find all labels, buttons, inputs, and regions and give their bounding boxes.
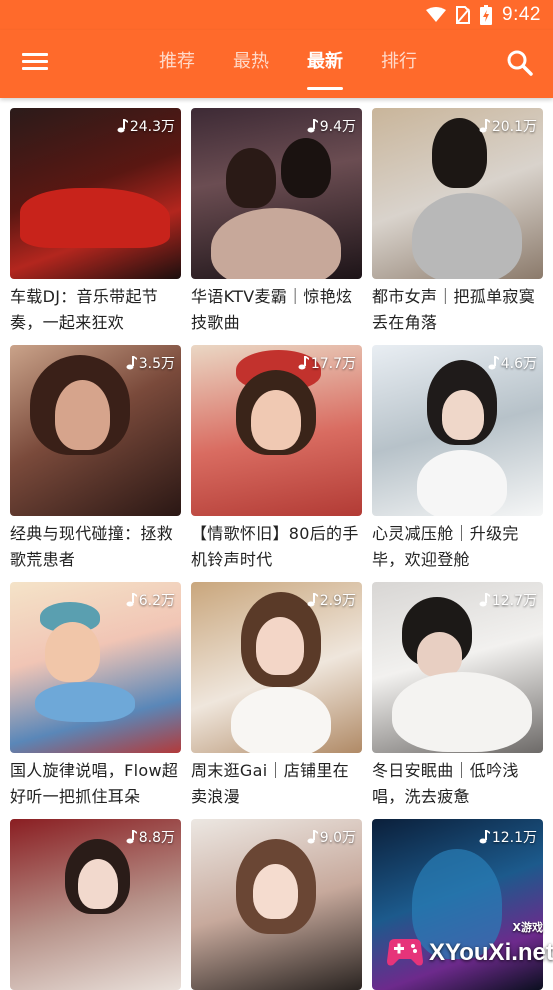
menu-button[interactable] (22, 50, 48, 76)
play-count: 24.3万 (116, 116, 175, 136)
playlist-cover: 9.4万 (191, 108, 362, 279)
menu-icon-bar (22, 60, 48, 63)
play-count-value: 12.7万 (491, 593, 537, 609)
playlist-card[interactable]: 3.5万 经典与现代碰撞：拯救歌荒患者 (10, 345, 181, 573)
playlist-cover: 12.7万 (372, 582, 543, 753)
play-count: 3.5万 (125, 353, 175, 373)
playlist-title: 经典与现代碰撞：拯救歌荒患者 (10, 524, 174, 569)
music-note-icon (307, 830, 318, 844)
playlist-card[interactable]: 9.0万 (191, 819, 362, 990)
playlist-cover: 9.0万 (191, 819, 362, 990)
playlist-card[interactable]: 8.8万 (10, 819, 181, 990)
play-count: 12.1万 (478, 827, 537, 847)
watermark: XYouXi.net X游戏 (385, 921, 553, 971)
playlist-cover: 6.2万 (10, 582, 181, 753)
playlist-title: 周末逛Gai｜店铺里在卖浪漫 (191, 761, 349, 806)
play-count: 2.9万 (306, 590, 356, 610)
playlist-title: 冬日安眠曲｜低吟浅唱，洗去疲惫 (372, 761, 519, 806)
music-note-icon (126, 830, 137, 844)
battery-icon (480, 5, 493, 25)
tab-newest[interactable]: 最新 (288, 30, 362, 98)
playlist-title: 华语KTV麦霸｜惊艳炫技歌曲 (191, 287, 353, 332)
playlist-card[interactable]: 20.1万 都市女声｜把孤单寂寞丢在角落 (372, 108, 543, 336)
play-count-value: 12.1万 (491, 830, 537, 846)
tab-ranking[interactable]: 排行 (362, 30, 436, 98)
play-count: 6.2万 (125, 590, 175, 610)
music-note-icon (479, 593, 490, 607)
playlist-cover: 17.7万 (191, 345, 362, 516)
playlist-title: 车载DJ：音乐带起节奏，一起来狂欢 (10, 287, 159, 332)
play-count: 17.7万 (297, 353, 356, 373)
play-count: 8.8万 (125, 827, 175, 847)
playlist-card[interactable]: 6.2万 国人旋律说唱，Flow超好听一把抓住耳朵 (10, 582, 181, 810)
play-count: 4.6万 (487, 353, 537, 373)
playlist-card[interactable]: 4.6万 心灵减压舱｜升级完毕，欢迎登舱 (372, 345, 543, 573)
playlist-card[interactable]: 12.7万 冬日安眠曲｜低吟浅唱，洗去疲惫 (372, 582, 543, 810)
music-note-icon (298, 356, 309, 370)
search-icon (507, 50, 533, 76)
playlist-title: 国人旋律说唱，Flow超好听一把抓住耳朵 (10, 761, 179, 806)
gamepad-logo-icon (387, 939, 423, 966)
playlist-cover: 24.3万 (10, 108, 181, 279)
watermark-text: XYouXi.net (429, 939, 553, 966)
music-note-icon (126, 593, 137, 607)
status-time: 9:42 (502, 4, 541, 25)
playlist-title: 【情歌怀旧】80后的手机铃声时代 (191, 524, 359, 569)
music-note-icon (307, 119, 318, 133)
app-bar: 推荐 最热 最新 排行 (0, 30, 553, 98)
no-sim-icon (456, 6, 471, 24)
playlist-cover: 4.6万 (372, 345, 543, 516)
music-note-icon (307, 593, 318, 607)
play-count-value: 3.5万 (138, 356, 175, 372)
play-count-value: 20.1万 (491, 119, 537, 135)
playlist-cover: 3.5万 (10, 345, 181, 516)
playlist-card[interactable]: 2.9万 周末逛Gai｜店铺里在卖浪漫 (191, 582, 362, 810)
music-note-icon (117, 119, 128, 133)
playlist-cover: 20.1万 (372, 108, 543, 279)
status-bar: 9:42 (0, 0, 553, 30)
playlist-title: 心灵减压舱｜升级完毕，欢迎登舱 (372, 524, 519, 569)
music-note-icon (488, 356, 499, 370)
music-note-icon (479, 830, 490, 844)
play-count: 9.0万 (306, 827, 356, 847)
play-count-value: 9.0万 (319, 830, 356, 846)
playlist-cover: 2.9万 (191, 582, 362, 753)
playlist-title: 都市女声｜把孤单寂寞丢在角落 (372, 287, 536, 332)
play-count-value: 4.6万 (500, 356, 537, 372)
play-count-value: 8.8万 (138, 830, 175, 846)
play-count-value: 6.2万 (138, 593, 175, 609)
play-count-value: 24.3万 (129, 119, 175, 135)
play-count-value: 2.9万 (319, 593, 356, 609)
category-tabs: 推荐 最热 最新 排行 (140, 30, 436, 98)
play-count: 9.4万 (306, 116, 356, 136)
menu-icon-bar (22, 67, 48, 70)
tab-hottest[interactable]: 最热 (214, 30, 288, 98)
tab-recommend[interactable]: 推荐 (140, 30, 214, 98)
play-count-value: 17.7万 (310, 356, 356, 372)
playlist-cover: 8.8万 (10, 819, 181, 990)
playlist-card[interactable]: 24.3万 车载DJ：音乐带起节奏，一起来狂欢 (10, 108, 181, 336)
music-note-icon (126, 356, 137, 370)
search-button[interactable] (505, 48, 535, 78)
play-count: 12.7万 (478, 590, 537, 610)
play-count-value: 9.4万 (319, 119, 356, 135)
playlist-card[interactable]: 17.7万 【情歌怀旧】80后的手机铃声时代 (191, 345, 362, 573)
watermark-small-text: X游戏 (512, 921, 543, 934)
play-count: 20.1万 (478, 116, 537, 136)
music-note-icon (479, 119, 490, 133)
playlist-card[interactable]: 9.4万 华语KTV麦霸｜惊艳炫技歌曲 (191, 108, 362, 336)
menu-icon (22, 53, 48, 56)
wifi-icon (426, 7, 447, 22)
